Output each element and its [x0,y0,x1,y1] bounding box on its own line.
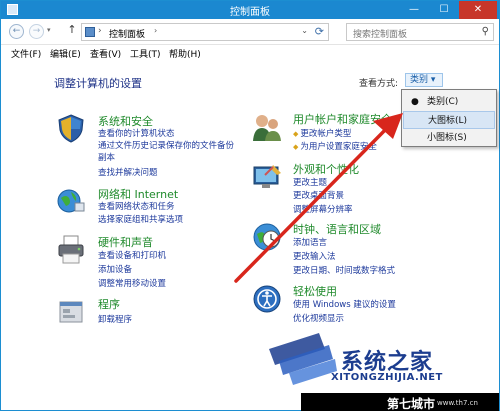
control-panel-window: 控制面板 — ☐ ✕ ← → ▾ ↑ › 控制面板 › ⌄ ⟳ 搜索控制面板 ⚲… [0,0,500,411]
watermark-bottom-brand: 第七城市 [387,397,436,411]
watermark-bottom-url: www.th7.cn [437,399,478,407]
watermark-pinyin: XITONGZHIJIA.NET [331,372,443,383]
